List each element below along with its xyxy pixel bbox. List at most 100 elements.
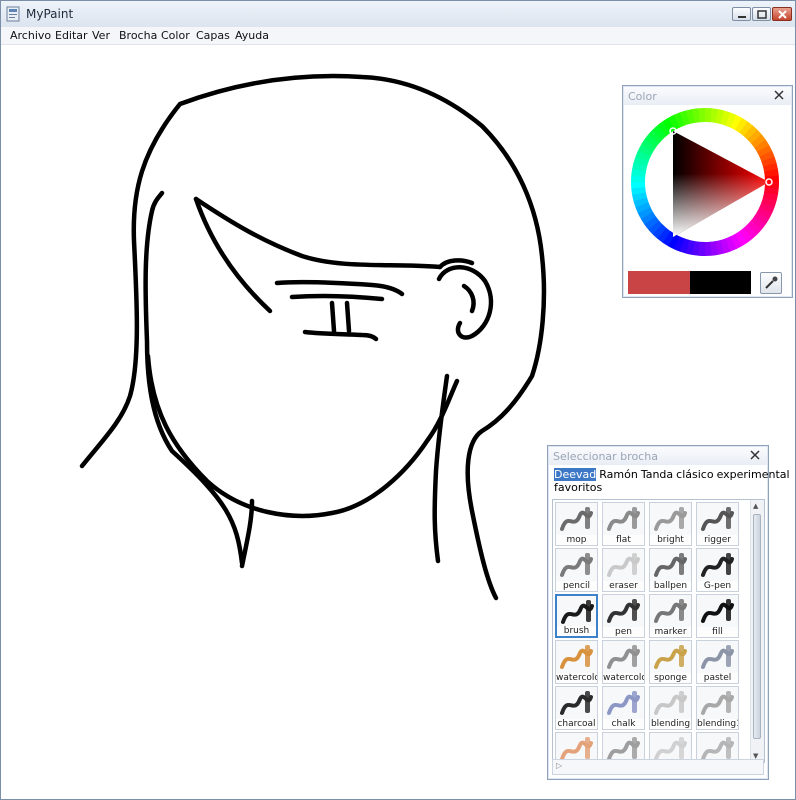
- brush-tile-charcoal[interactable]: charcoal: [555, 686, 598, 730]
- close-icon: [778, 10, 787, 19]
- brush-group-list: Deevad Ramón Tanda clásico experimental favor…: [554, 468, 790, 494]
- brush-group-deevad[interactable]: Deevad: [554, 468, 597, 481]
- brush-tile-brush[interactable]: brush: [555, 594, 598, 638]
- brush-preview: [652, 505, 689, 535]
- brush-grid: mop flat bright rigger pencil eraser ballpen G-…: [552, 499, 765, 763]
- brush-label: charcoal: [556, 719, 597, 729]
- brush-tile-blending[interactable]: blending: [649, 686, 692, 730]
- brush-label: brush: [557, 626, 596, 636]
- brush-tile-blending1[interactable]: blending1: [696, 686, 739, 730]
- brush-preview: [652, 551, 689, 581]
- brush-selector-panel: Seleccionar brocha Deevad Ramón Tanda clási…: [547, 445, 790, 780]
- scroll-up-icon[interactable]: ▲: [753, 502, 758, 510]
- brush-preview: [558, 689, 595, 719]
- brush-tile-marker[interactable]: marker: [649, 594, 692, 638]
- brush-tile-sponge[interactable]: sponge: [649, 640, 692, 684]
- brush-preview: [652, 689, 689, 719]
- close-icon[interactable]: [773, 89, 785, 101]
- title-bar: MyPaint: [1, 1, 795, 28]
- brush-label: fill: [697, 627, 738, 637]
- brush-preview: [605, 551, 642, 581]
- brush-preview: [699, 689, 736, 719]
- brush-tile-pencil[interactable]: pencil: [555, 548, 598, 592]
- brush-tile-flat[interactable]: flat: [602, 502, 645, 546]
- close-window-button[interactable]: [772, 7, 792, 21]
- close-icon[interactable]: [749, 449, 761, 461]
- brush-label: pencil: [556, 581, 597, 591]
- brush-preview: [699, 505, 736, 535]
- color-picker-button[interactable]: [760, 272, 782, 294]
- maximize-button[interactable]: [752, 7, 771, 21]
- menu-brocha[interactable]: Brocha: [119, 29, 157, 42]
- brush-group-ramon[interactable]: Ramón: [599, 468, 638, 481]
- color-wheel[interactable]: [623, 104, 794, 284]
- brush-group-clasico[interactable]: clásico: [676, 468, 713, 481]
- brush-tile-chalk[interactable]: chalk: [602, 686, 645, 730]
- brush-grid-scrollbar[interactable]: ▲ ▼: [750, 500, 764, 762]
- brush-label: bright: [650, 535, 691, 545]
- brush-preview: [605, 597, 642, 627]
- brush-tile-pastel[interactable]: pastel: [696, 640, 739, 684]
- brush-preview: [558, 551, 595, 581]
- brush-preview: [699, 597, 736, 627]
- brush-label: pastel: [697, 673, 738, 683]
- brush-label: sponge: [650, 673, 691, 683]
- brush-label: watercolor: [556, 673, 597, 683]
- mypaint-app-icon: [6, 6, 20, 22]
- brush-label: blending1: [697, 719, 738, 729]
- brush-tile-bright[interactable]: bright: [649, 502, 692, 546]
- menu-ayuda[interactable]: Ayuda: [235, 29, 269, 42]
- scroll-thumb[interactable]: [753, 514, 761, 739]
- brush-panel-header: Seleccionar brocha: [549, 447, 767, 465]
- minimize-icon: [738, 16, 746, 18]
- brush-label: blending: [650, 719, 691, 729]
- menu-editar[interactable]: Editar: [55, 29, 88, 42]
- brush-preview: [699, 551, 736, 581]
- brush-group-favoritos[interactable]: favoritos: [554, 481, 602, 494]
- minimize-button[interactable]: [732, 7, 751, 21]
- brush-preview: [652, 597, 689, 627]
- menu-bar: Archivo Editar Ver Brocha Color Capas Ay…: [1, 27, 795, 45]
- brush-tile-ballpen[interactable]: ballpen: [649, 548, 692, 592]
- brush-tile-fill[interactable]: fill: [696, 594, 739, 638]
- brush-label: mop: [556, 535, 597, 545]
- brush-tile-G-pen[interactable]: G-pen: [696, 548, 739, 592]
- menu-archivo[interactable]: Archivo: [10, 29, 51, 42]
- brush-group-tanda[interactable]: Tanda: [641, 468, 673, 481]
- brush-preview: [559, 598, 594, 626]
- brush-preview: [558, 643, 595, 673]
- brush-label: marker: [650, 627, 691, 637]
- brush-label: flat: [603, 535, 644, 545]
- brush-tile-pen[interactable]: pen: [602, 594, 645, 638]
- brush-tile-mop[interactable]: mop: [555, 502, 598, 546]
- brush-preview: [605, 505, 642, 535]
- brush-preview: [605, 689, 642, 719]
- brush-panel-hscrollbar[interactable]: ▷: [552, 759, 764, 775]
- brush-group-experimental[interactable]: experimental: [717, 468, 790, 481]
- previous-color-swatch: [690, 271, 751, 294]
- mypaint-window: MyPaint Archivo Editar Ver Brocha Color …: [0, 0, 796, 800]
- brush-tile-eraser[interactable]: eraser: [602, 548, 645, 592]
- brush-label: watercolor1: [603, 673, 644, 683]
- color-panel-header: Color: [624, 87, 791, 105]
- window-title: MyPaint: [26, 7, 74, 21]
- scroll-right-icon[interactable]: ▷: [556, 761, 562, 770]
- brush-panel-title: Seleccionar brocha: [553, 450, 658, 463]
- brush-preview: [605, 643, 642, 673]
- brush-label: G-pen: [697, 581, 738, 591]
- brush-tile-rigger[interactable]: rigger: [696, 502, 739, 546]
- color-panel-title: Color: [628, 90, 657, 103]
- brush-preview: [699, 643, 736, 673]
- brush-preview: [652, 643, 689, 673]
- color-panel: Color: [622, 85, 793, 298]
- brush-preview: [558, 505, 595, 535]
- brush-tile-watercolor1[interactable]: watercolor1: [602, 640, 645, 684]
- brush-label: eraser: [603, 581, 644, 591]
- menu-color[interactable]: Color: [161, 29, 190, 42]
- brush-label: pen: [603, 627, 644, 637]
- maximize-icon: [757, 10, 767, 19]
- brush-tile-watercolor[interactable]: watercolor: [555, 640, 598, 684]
- brush-label: chalk: [603, 719, 644, 729]
- menu-capas[interactable]: Capas: [196, 29, 230, 42]
- menu-ver[interactable]: Ver: [92, 29, 110, 42]
